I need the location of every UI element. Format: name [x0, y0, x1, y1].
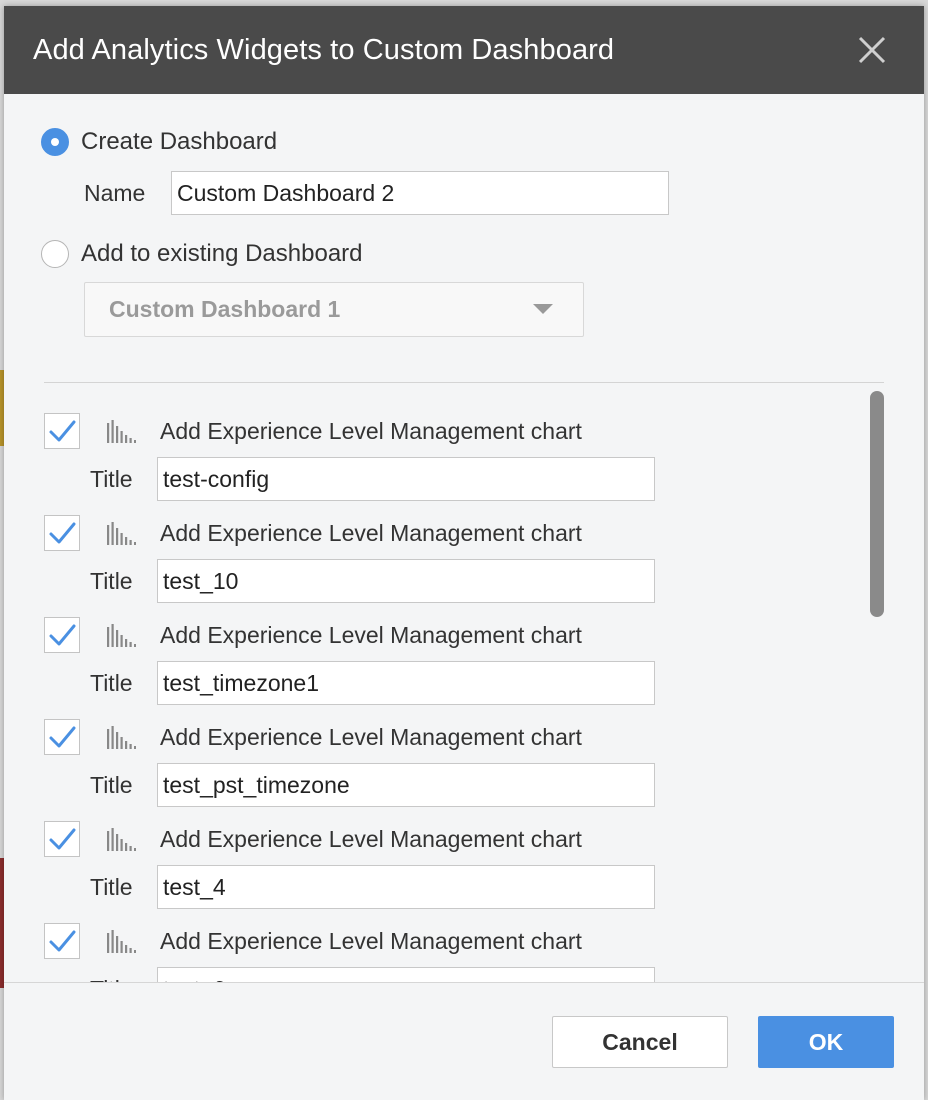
add-widgets-dialog: Add Analytics Widgets to Custom Dashboar… [4, 6, 924, 1100]
widget-label: Add Experience Level Management chart [160, 519, 582, 546]
checkmark-icon [49, 726, 76, 748]
widget-title-input[interactable] [157, 763, 655, 807]
title-row: Title [90, 967, 655, 983]
widget-checkbox[interactable] [44, 413, 80, 449]
existing-dashboard-radio[interactable] [41, 240, 69, 268]
title-label: Title [90, 567, 133, 594]
dialog-footer: Cancel OK [4, 982, 924, 1100]
widget-item: Add Experience Level Management chart Ti… [44, 717, 664, 819]
bar-chart-icon [107, 420, 136, 443]
dialog-header: Add Analytics Widgets to Custom Dashboar… [4, 6, 924, 94]
widget-title-input[interactable] [157, 457, 655, 501]
dialog-title: Add Analytics Widgets to Custom Dashboar… [33, 33, 615, 66]
widget-header: Add Experience Level Management chart [44, 513, 582, 553]
widget-label: Add Experience Level Management chart [160, 723, 582, 750]
title-label: Title [90, 465, 133, 492]
dashboard-name-input[interactable] [171, 171, 669, 215]
bar-chart-icon [107, 930, 136, 953]
widget-item: Add Experience Level Management chart Ti… [44, 615, 664, 717]
cancel-button[interactable]: Cancel [552, 1016, 728, 1068]
existing-dashboard-select[interactable]: Custom Dashboard 1 [84, 282, 584, 337]
title-label: Title [90, 873, 133, 900]
widget-label: Add Experience Level Management chart [160, 825, 582, 852]
widget-checkbox[interactable] [44, 617, 80, 653]
title-row: Title [90, 865, 655, 909]
widget-label: Add Experience Level Management chart [160, 417, 582, 444]
create-dashboard-radio[interactable] [41, 128, 69, 156]
bar-chart-icon [107, 828, 136, 851]
checkmark-icon [49, 522, 76, 544]
widget-checkbox[interactable] [44, 515, 80, 551]
widget-title-input[interactable] [157, 967, 655, 983]
widget-label: Add Experience Level Management chart [160, 927, 582, 954]
checkmark-icon [49, 930, 76, 952]
existing-dashboard-option[interactable]: Add to existing Dashboard [41, 240, 363, 268]
bar-chart-icon [107, 624, 136, 647]
bar-chart-icon [107, 522, 136, 545]
checkmark-icon [49, 828, 76, 850]
create-dashboard-option[interactable]: Create Dashboard [41, 128, 277, 156]
widget-header: Add Experience Level Management chart [44, 819, 582, 859]
title-label: Title [90, 669, 133, 696]
create-dashboard-label: Create Dashboard [81, 128, 278, 155]
widget-header: Add Experience Level Management chart [44, 411, 582, 451]
widget-checkbox[interactable] [44, 821, 80, 857]
bar-chart-icon [107, 726, 136, 749]
title-row: Title [90, 559, 655, 603]
widget-title-input[interactable] [157, 661, 655, 705]
widget-checkbox[interactable] [44, 719, 80, 755]
widget-item: Add Experience Level Management chart Ti… [44, 819, 664, 921]
close-icon [858, 36, 886, 64]
checkmark-icon [49, 624, 76, 646]
widget-title-input[interactable] [157, 559, 655, 603]
widget-list[interactable]: Add Experience Level Management chart Ti… [4, 383, 924, 983]
close-button[interactable] [856, 34, 888, 66]
existing-dashboard-label: Add to existing Dashboard [81, 240, 363, 267]
title-row: Title [90, 457, 655, 501]
widget-header: Add Experience Level Management chart [44, 717, 582, 757]
checkmark-icon [49, 420, 76, 442]
widget-item: Add Experience Level Management chart Ti… [44, 411, 664, 513]
widget-item: Add Experience Level Management chart Ti… [44, 921, 664, 983]
title-row: Title [90, 763, 655, 807]
widget-label: Add Experience Level Management chart [160, 621, 582, 648]
title-label: Title [90, 771, 133, 798]
scrollbar-thumb[interactable] [870, 391, 884, 617]
name-row: Name [84, 171, 669, 215]
ok-button[interactable]: OK [758, 1016, 894, 1068]
widget-item: Add Experience Level Management chart Ti… [44, 513, 664, 615]
select-value: Custom Dashboard 1 [109, 296, 341, 322]
widget-header: Add Experience Level Management chart [44, 921, 582, 961]
caret-down-icon [533, 304, 553, 314]
widget-header: Add Experience Level Management chart [44, 615, 582, 655]
name-label: Name [84, 179, 146, 206]
title-row: Title [90, 661, 655, 705]
widget-title-input[interactable] [157, 865, 655, 909]
dialog-body: Create Dashboard Name Add to existing Da… [4, 94, 924, 983]
widget-checkbox[interactable] [44, 923, 80, 959]
